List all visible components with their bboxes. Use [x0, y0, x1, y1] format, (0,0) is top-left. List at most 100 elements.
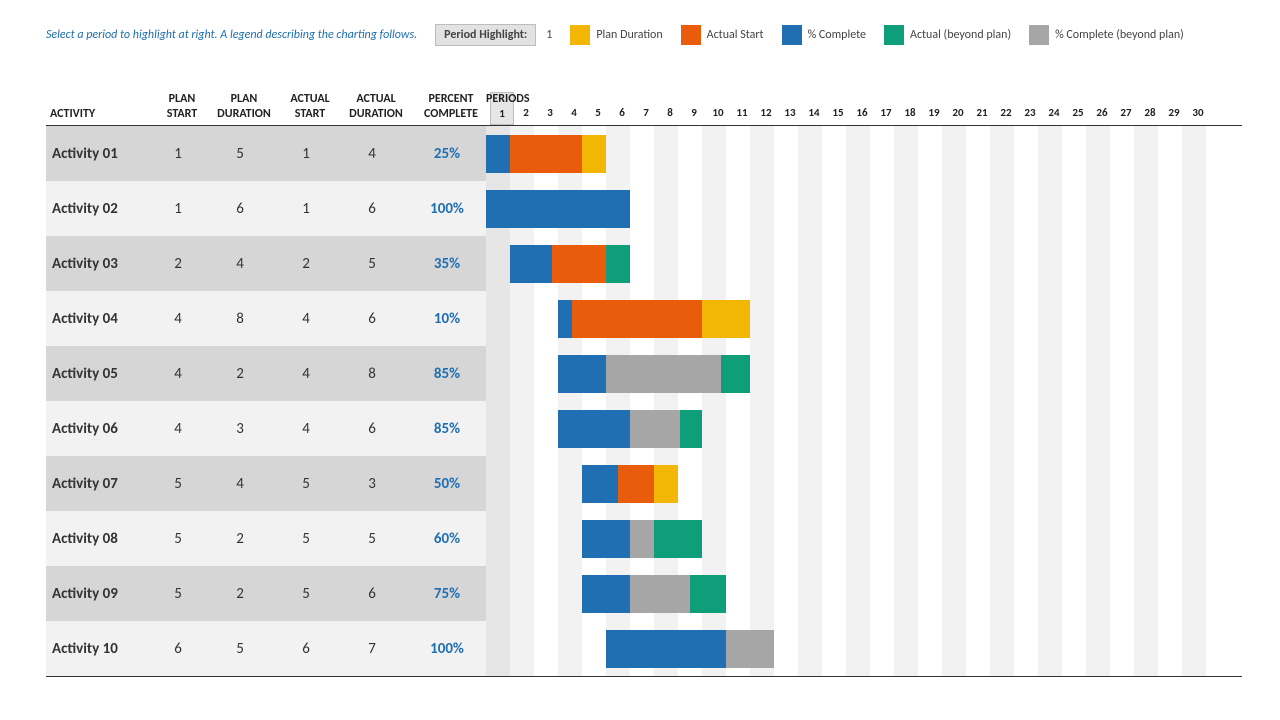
legend-percent-beyond: % Complete (beyond plan) [1029, 25, 1184, 45]
period-header-27[interactable]: 27 [1114, 92, 1138, 125]
cell-percent-complete[interactable]: 85% [408, 346, 486, 401]
bar-percent-complete-beyond [630, 575, 690, 613]
period-headers: 1234567891011121314151617181920212223242… [490, 92, 1210, 125]
cell-activity[interactable]: Activity 09 [46, 566, 152, 621]
cell-percent-complete[interactable]: 25% [408, 126, 486, 181]
period-header-6[interactable]: 6 [610, 92, 634, 125]
period-highlight-value[interactable]: 1 [546, 28, 552, 42]
period-header-14[interactable]: 14 [802, 92, 826, 125]
cell-plan-duration[interactable]: 5 [204, 126, 276, 181]
cell-plan-duration[interactable]: 5 [204, 621, 276, 676]
cell-actual-duration[interactable]: 3 [336, 456, 408, 511]
period-header-4[interactable]: 4 [562, 92, 586, 125]
period-header-22[interactable]: 22 [994, 92, 1018, 125]
cell-actual-duration[interactable]: 8 [336, 346, 408, 401]
legend-label: % Complete (beyond plan) [1055, 28, 1184, 42]
cell-percent-complete[interactable]: 85% [408, 401, 486, 456]
cell-plan-start[interactable]: 5 [152, 566, 204, 621]
cell-actual-duration[interactable]: 7 [336, 621, 408, 676]
period-header-16[interactable]: 16 [850, 92, 874, 125]
period-header-20[interactable]: 20 [946, 92, 970, 125]
cell-activity[interactable]: Activity 08 [46, 511, 152, 566]
cell-actual-duration[interactable]: 5 [336, 236, 408, 291]
cell-actual-duration[interactable]: 5 [336, 511, 408, 566]
cell-plan-start[interactable]: 4 [152, 346, 204, 401]
cell-activity[interactable]: Activity 01 [46, 126, 152, 181]
period-header-19[interactable]: 19 [922, 92, 946, 125]
cell-actual-start[interactable]: 4 [276, 401, 336, 456]
bar-percent-complete-beyond [606, 355, 721, 393]
cell-percent-complete[interactable]: 50% [408, 456, 486, 511]
cell-plan-duration[interactable]: 4 [204, 236, 276, 291]
swatch-plan-duration [570, 25, 590, 45]
cell-actual-start[interactable]: 4 [276, 346, 336, 401]
cell-activity[interactable]: Activity 05 [46, 346, 152, 401]
cell-plan-duration[interactable]: 2 [204, 511, 276, 566]
period-header-25[interactable]: 25 [1066, 92, 1090, 125]
period-header-18[interactable]: 18 [898, 92, 922, 125]
period-highlight-label: Period Highlight: [435, 24, 536, 46]
cell-activity[interactable]: Activity 10 [46, 621, 152, 676]
cell-actual-start[interactable]: 6 [276, 621, 336, 676]
gantt-area [486, 621, 1242, 676]
period-header-17[interactable]: 17 [874, 92, 898, 125]
period-header-3[interactable]: 3 [538, 92, 562, 125]
cell-actual-duration[interactable]: 6 [336, 181, 408, 236]
period-header-11[interactable]: 11 [730, 92, 754, 125]
period-header-12[interactable]: 12 [754, 92, 778, 125]
cell-actual-start[interactable]: 2 [276, 236, 336, 291]
period-header-15[interactable]: 15 [826, 92, 850, 125]
cell-actual-start[interactable]: 1 [276, 181, 336, 236]
cell-actual-duration[interactable]: 6 [336, 291, 408, 346]
cell-plan-start[interactable]: 5 [152, 456, 204, 511]
swatch-actual-start [681, 25, 701, 45]
table-row: Activity 106567100% [46, 621, 1242, 676]
cell-activity[interactable]: Activity 03 [46, 236, 152, 291]
cell-plan-start[interactable]: 1 [152, 126, 204, 181]
period-header-5[interactable]: 5 [586, 92, 610, 125]
cell-actual-duration[interactable]: 6 [336, 566, 408, 621]
period-header-29[interactable]: 29 [1162, 92, 1186, 125]
cell-plan-start[interactable]: 1 [152, 181, 204, 236]
period-header-28[interactable]: 28 [1138, 92, 1162, 125]
cell-percent-complete[interactable]: 100% [408, 621, 486, 676]
cell-actual-duration[interactable]: 4 [336, 126, 408, 181]
cell-actual-start[interactable]: 5 [276, 456, 336, 511]
cell-activity[interactable]: Activity 06 [46, 401, 152, 456]
cell-plan-start[interactable]: 4 [152, 291, 204, 346]
cell-plan-duration[interactable]: 8 [204, 291, 276, 346]
cell-plan-start[interactable]: 6 [152, 621, 204, 676]
cell-actual-start[interactable]: 5 [276, 511, 336, 566]
cell-activity[interactable]: Activity 02 [46, 181, 152, 236]
cell-activity[interactable]: Activity 04 [46, 291, 152, 346]
period-header-10[interactable]: 10 [706, 92, 730, 125]
cell-actual-start[interactable]: 1 [276, 126, 336, 181]
cell-plan-duration[interactable]: 4 [204, 456, 276, 511]
cell-percent-complete[interactable]: 100% [408, 181, 486, 236]
period-header-8[interactable]: 8 [658, 92, 682, 125]
cell-plan-duration[interactable]: 2 [204, 566, 276, 621]
swatch-percent-beyond [1029, 25, 1049, 45]
period-header-23[interactable]: 23 [1018, 92, 1042, 125]
period-header-30[interactable]: 30 [1186, 92, 1210, 125]
cell-percent-complete[interactable]: 75% [408, 566, 486, 621]
cell-plan-start[interactable]: 5 [152, 511, 204, 566]
cell-percent-complete[interactable]: 60% [408, 511, 486, 566]
period-header-9[interactable]: 9 [682, 92, 706, 125]
cell-plan-duration[interactable]: 3 [204, 401, 276, 456]
cell-plan-duration[interactable]: 6 [204, 181, 276, 236]
cell-activity[interactable]: Activity 07 [46, 456, 152, 511]
period-header-26[interactable]: 26 [1090, 92, 1114, 125]
cell-percent-complete[interactable]: 10% [408, 291, 486, 346]
cell-percent-complete[interactable]: 35% [408, 236, 486, 291]
cell-plan-start[interactable]: 2 [152, 236, 204, 291]
period-header-21[interactable]: 21 [970, 92, 994, 125]
period-header-24[interactable]: 24 [1042, 92, 1066, 125]
cell-plan-duration[interactable]: 2 [204, 346, 276, 401]
cell-actual-start[interactable]: 4 [276, 291, 336, 346]
period-header-13[interactable]: 13 [778, 92, 802, 125]
period-header-7[interactable]: 7 [634, 92, 658, 125]
cell-plan-start[interactable]: 4 [152, 401, 204, 456]
cell-actual-start[interactable]: 5 [276, 566, 336, 621]
cell-actual-duration[interactable]: 6 [336, 401, 408, 456]
